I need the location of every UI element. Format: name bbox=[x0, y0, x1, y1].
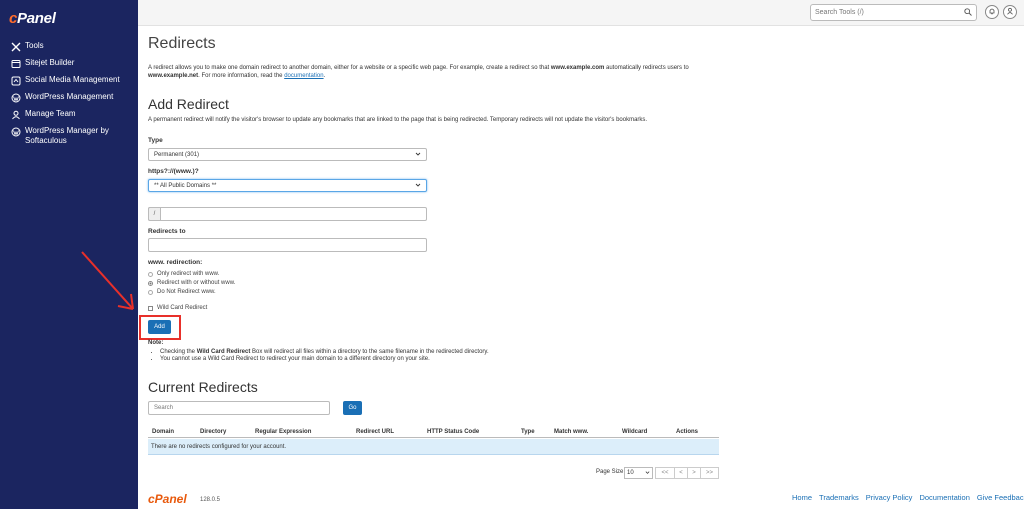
prev-page-button[interactable]: < bbox=[674, 467, 688, 479]
notifications-button[interactable] bbox=[985, 5, 999, 19]
sidebar-item-label: Social Media Management bbox=[25, 75, 120, 84]
sidebar-item-sitejet[interactable]: Sitejet Builder bbox=[0, 56, 138, 73]
sidebar-item-label: Tools bbox=[25, 41, 44, 50]
redirects-search-input[interactable]: Search bbox=[148, 401, 330, 415]
footer-cpanel-logo: cPanel bbox=[148, 492, 187, 506]
sidebar-item-label: WordPress Management bbox=[25, 92, 114, 101]
bell-icon bbox=[988, 7, 996, 17]
page-size-label: Page Size bbox=[596, 469, 624, 475]
redirects-to-input[interactable] bbox=[148, 238, 427, 252]
footer-link-documentation[interactable]: Documentation bbox=[919, 493, 969, 502]
path-input[interactable] bbox=[148, 207, 427, 221]
last-page-button[interactable]: >> bbox=[700, 467, 719, 479]
search-tools-placeholder: Search Tools (/) bbox=[815, 9, 864, 16]
sidebar-item-manage-team[interactable]: Manage Team bbox=[0, 107, 138, 124]
column-header[interactable]: Regular Expression bbox=[255, 429, 311, 435]
team-icon bbox=[10, 109, 21, 120]
redirects-table-header: Domain Directory Regular Expression Redi… bbox=[148, 427, 719, 438]
sidebar-item-label: Sitejet Builder bbox=[25, 58, 75, 67]
sidebar-item-tools[interactable]: Tools bbox=[0, 39, 138, 56]
footer-link-give-feedback[interactable]: Give Feedback bbox=[977, 493, 1024, 502]
chevron-down-icon bbox=[645, 470, 650, 477]
path-prefix: / bbox=[148, 207, 161, 221]
note-label: Note: bbox=[148, 340, 164, 346]
column-header[interactable]: Wildcard bbox=[622, 429, 647, 435]
note-item: You cannot use a Wild Card Redirect to r… bbox=[160, 356, 489, 364]
type-select[interactable]: Permanent (301) bbox=[148, 148, 427, 161]
radio-do-not-redirect-www[interactable]: Do Not Redirect www. bbox=[148, 289, 216, 295]
note-item: Checking the Wild Card Redirect Box will… bbox=[160, 349, 489, 357]
www-redirection-label: www. redirection: bbox=[148, 259, 203, 266]
radio-dot-selected bbox=[148, 280, 153, 286]
version-number: 128.0.5 bbox=[200, 497, 221, 503]
documentation-link[interactable]: documentation bbox=[284, 73, 323, 79]
chevron-down-icon bbox=[415, 182, 421, 190]
domain-select[interactable]: ** All Public Domains ** bbox=[148, 179, 427, 192]
add-redirect-heading: Add Redirect bbox=[148, 96, 229, 112]
footer-link-privacy-policy[interactable]: Privacy Policy bbox=[866, 493, 913, 502]
page-size-select[interactable]: 10 bbox=[624, 467, 653, 479]
social-media-icon bbox=[10, 75, 21, 86]
wordpress-icon bbox=[10, 126, 21, 137]
type-label: Type bbox=[148, 137, 163, 144]
domain-label: https?://(www.)? bbox=[148, 168, 199, 175]
sidebar-item-social-media[interactable]: Social Media Management bbox=[0, 73, 138, 90]
search-tools-input[interactable]: Search Tools (/) bbox=[810, 4, 977, 21]
domain-select-value: ** All Public Domains ** bbox=[154, 182, 217, 189]
type-select-value: Permanent (301) bbox=[154, 151, 200, 158]
column-header[interactable]: Domain bbox=[152, 429, 174, 435]
column-header: Actions bbox=[676, 429, 699, 435]
cpanel-logo[interactable]: cPanel bbox=[9, 10, 56, 27]
add-button[interactable]: Add bbox=[148, 320, 171, 334]
top-bar: Search Tools (/) bbox=[138, 0, 1024, 26]
user-menu-button[interactable] bbox=[1003, 5, 1017, 19]
current-redirects-heading: Current Redirects bbox=[148, 379, 258, 395]
column-header[interactable]: HTTP Status Code bbox=[427, 429, 479, 435]
footer-link-trademarks[interactable]: Trademarks bbox=[819, 493, 859, 502]
next-page-button[interactable]: > bbox=[687, 467, 701, 479]
sitejet-icon bbox=[10, 58, 21, 69]
footer-links: Home Trademarks Privacy Policy Documenta… bbox=[792, 493, 1024, 502]
radio-only-www[interactable]: Only redirect with www. bbox=[148, 271, 219, 277]
sidebar-nav: Tools Sitejet Builder Social Media Manag… bbox=[0, 39, 138, 148]
note-section: Note: Checking the Wild Card Redirect Bo… bbox=[148, 340, 489, 364]
checkbox-box bbox=[148, 305, 153, 311]
tools-icon bbox=[10, 41, 21, 52]
column-header[interactable]: Match www. bbox=[554, 429, 588, 435]
redirects-to-label: Redirects to bbox=[148, 228, 186, 235]
wildcard-checkbox[interactable]: Wild Card Redirect bbox=[148, 305, 207, 311]
column-header[interactable]: Redirect URL bbox=[356, 429, 394, 435]
column-header[interactable]: Type bbox=[521, 429, 535, 435]
first-page-button[interactable]: << bbox=[655, 467, 675, 479]
footer-link-home[interactable]: Home bbox=[792, 493, 812, 502]
empty-table-message: There are no redirects configured for yo… bbox=[148, 439, 719, 455]
sidebar-item-label: Manage Team bbox=[25, 109, 76, 118]
radio-dot bbox=[148, 289, 153, 295]
sidebar-item-label: WordPress Manager by Softaculous bbox=[25, 126, 109, 145]
add-redirect-description: A permanent redirect will notify the vis… bbox=[148, 117, 648, 123]
search-icon bbox=[964, 7, 972, 18]
radio-dot bbox=[148, 271, 153, 277]
sidebar-item-wordpress-manager-softaculous[interactable]: WordPress Manager by Softaculous bbox=[0, 124, 138, 148]
radio-with-or-without-www[interactable]: Redirect with or without www. bbox=[148, 280, 235, 286]
go-button[interactable]: Go bbox=[343, 401, 362, 415]
intro-text: A redirect allows you to make one domain… bbox=[148, 65, 689, 79]
chevron-down-icon bbox=[415, 151, 421, 159]
arrow-annotation-icon bbox=[81, 251, 134, 310]
user-icon bbox=[1006, 7, 1014, 17]
column-header[interactable]: Directory bbox=[200, 429, 226, 435]
sidebar-item-wordpress-management[interactable]: WordPress Management bbox=[0, 90, 138, 107]
wordpress-icon bbox=[10, 92, 21, 103]
page-title: Redirects bbox=[148, 35, 216, 52]
